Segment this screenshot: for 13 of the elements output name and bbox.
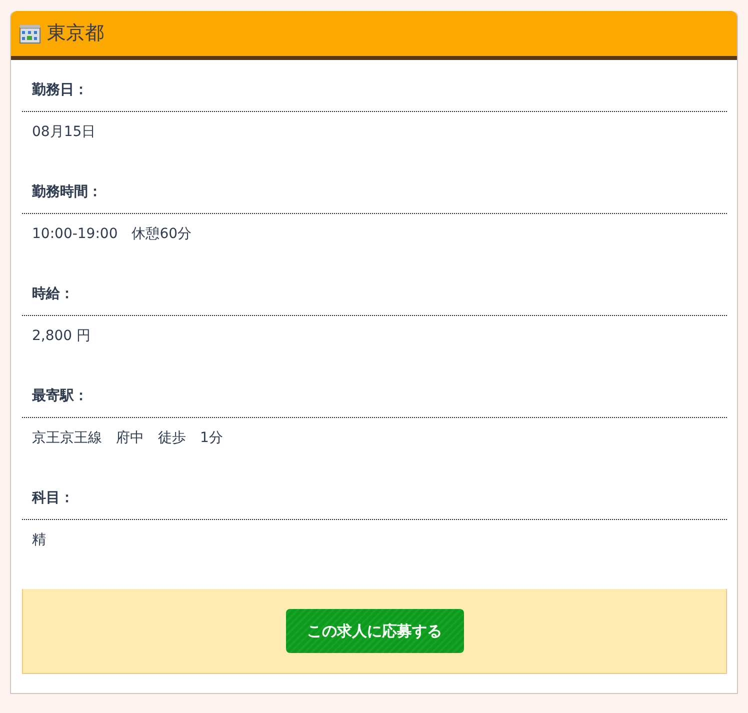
- field-value: 10:00-19:00 休憩60分: [31, 225, 193, 244]
- field-label: 勤務時間：: [22, 172, 727, 214]
- field-label: 勤務日：: [22, 70, 727, 112]
- field-label: 最寄駅：: [22, 376, 727, 418]
- field-label: 科目：: [22, 478, 727, 520]
- field-value: 京王京王線 府中 徒歩 1分: [31, 429, 224, 448]
- apply-button[interactable]: この求人に応募する: [286, 609, 464, 653]
- field-label: 時給：: [22, 274, 727, 316]
- field-value: 2,800 円: [31, 327, 92, 346]
- field-value: 精: [31, 531, 47, 550]
- prefecture-title: 東京都: [47, 21, 104, 46]
- field-value: 08月15日: [31, 123, 97, 142]
- building-icon: [19, 24, 41, 44]
